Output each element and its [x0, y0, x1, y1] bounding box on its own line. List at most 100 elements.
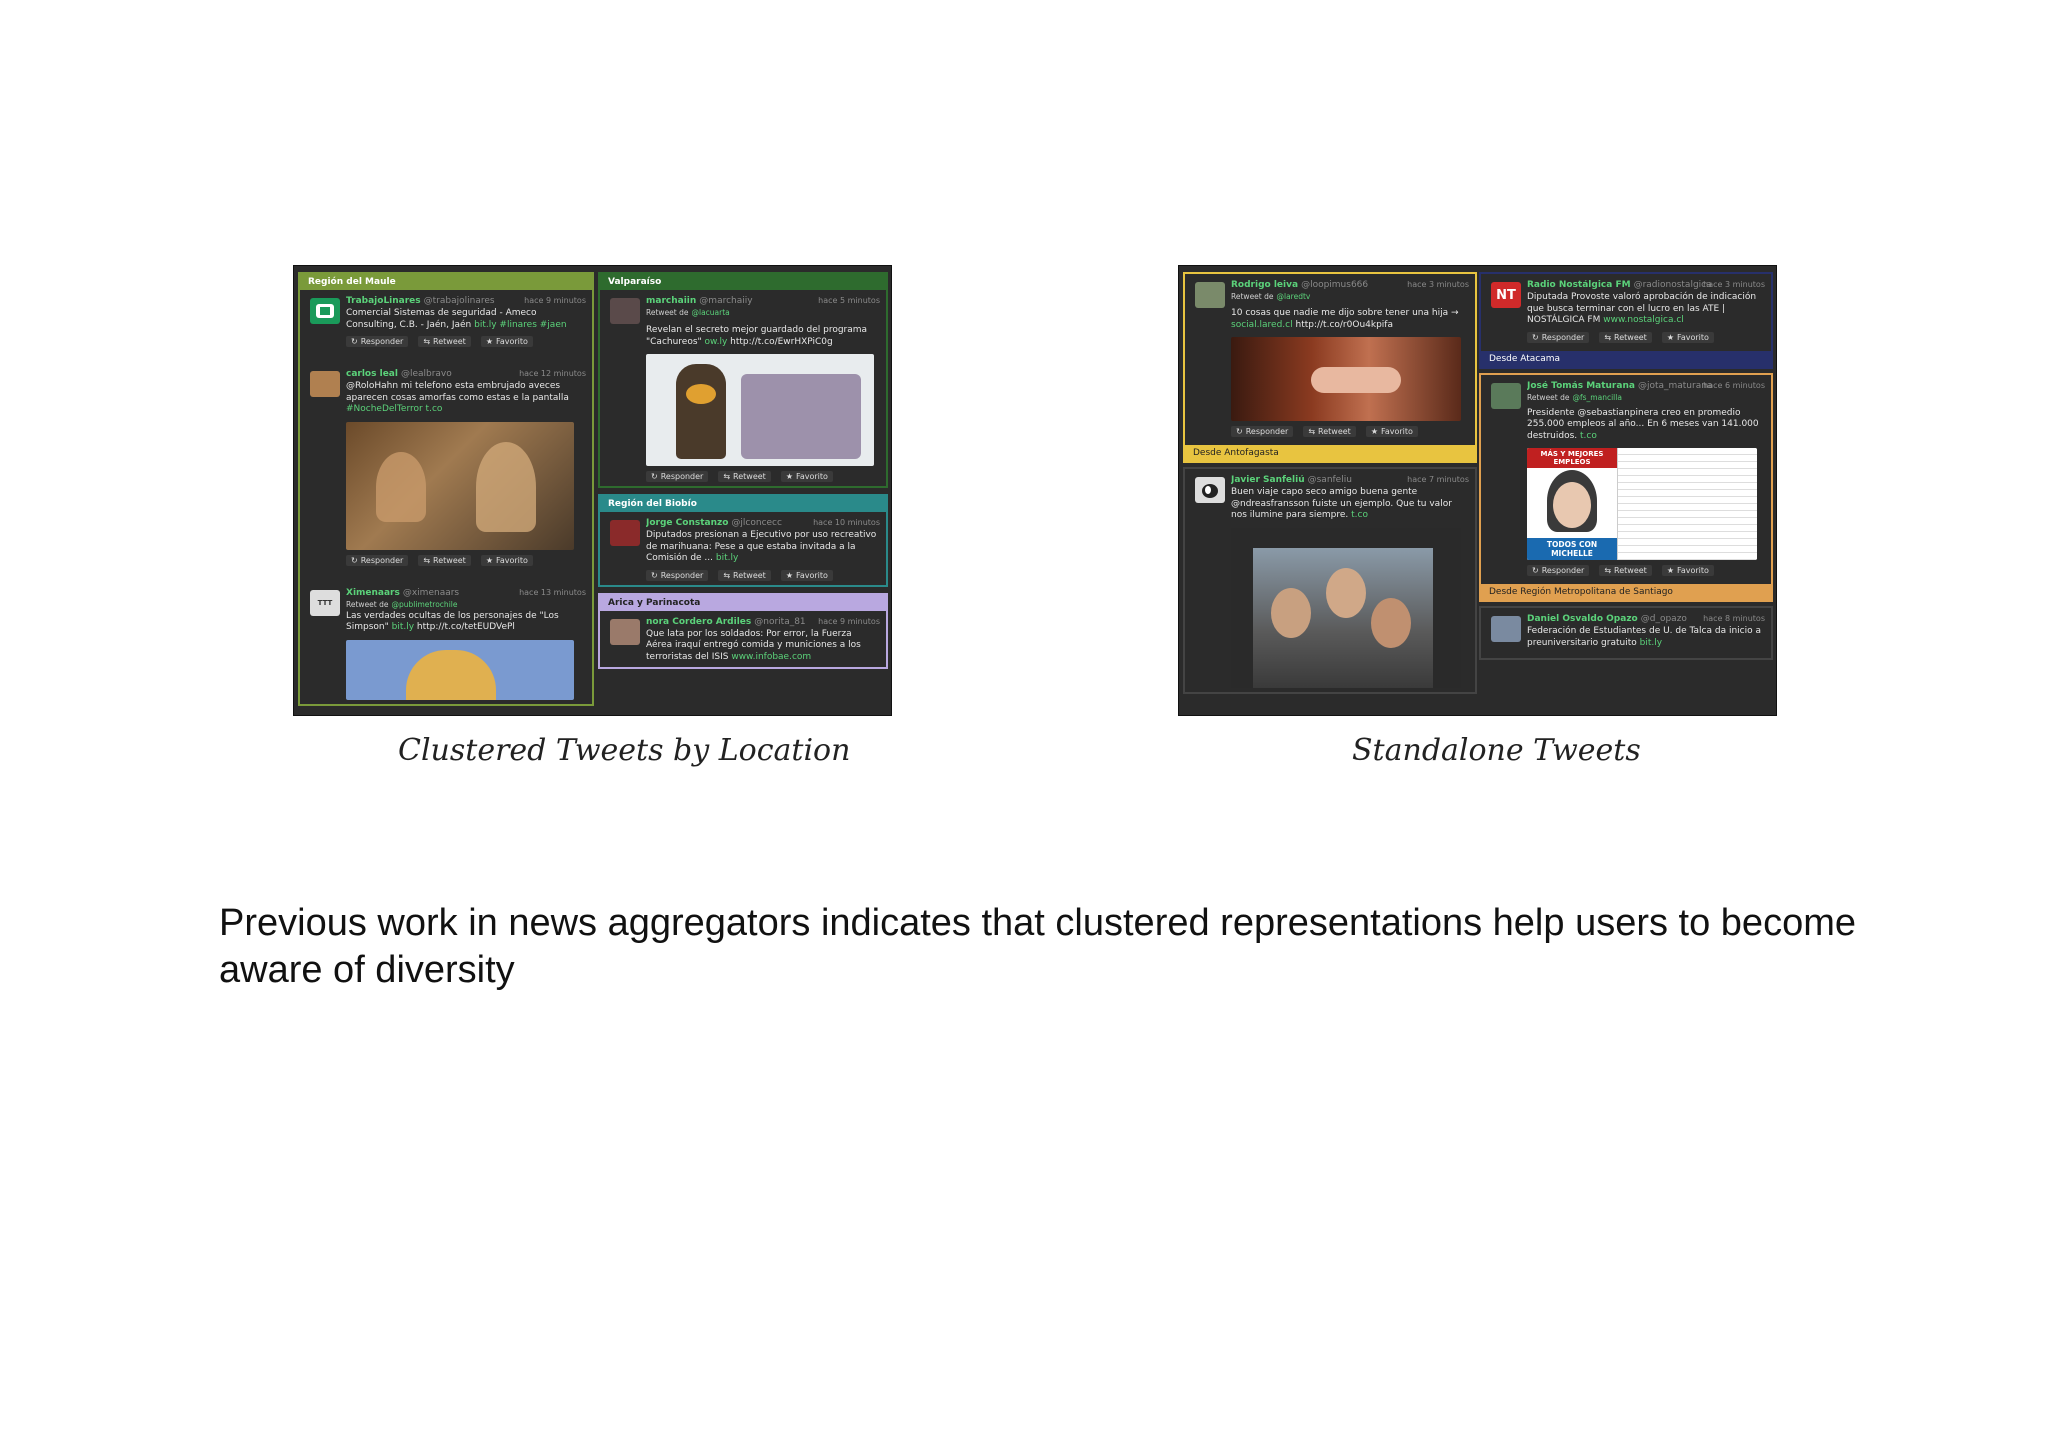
retweet-button[interactable]: ⇆ Retweet [418, 336, 471, 347]
tweet-author[interactable]: Javier Sanfeliú [1231, 475, 1305, 485]
tweet-time: hace 3 minutos [1703, 280, 1765, 289]
retweet-button[interactable]: ⇆ Retweet [718, 471, 771, 482]
star-icon: ★ [1666, 566, 1674, 575]
avatar: TTT [310, 589, 340, 616]
tweet-link[interactable]: #NocheDelTerror t.co [346, 404, 442, 414]
tweet-handle[interactable]: @norita_81 [754, 617, 805, 627]
tweet-handle[interactable]: @jota_maturana [1638, 381, 1713, 391]
location-footer: Desde Atacama [1481, 350, 1771, 367]
cluster-header: Arica y Parinacota [600, 594, 886, 611]
tweet-handle[interactable]: @ximenaars [403, 588, 459, 598]
retweet-button[interactable]: ⇆ Retweet [1599, 565, 1652, 576]
favorite-button[interactable]: ★ Favorito [1661, 331, 1714, 343]
tweet-link[interactable]: t.co [1580, 431, 1597, 441]
favorite-button[interactable]: ★ Favorito [1365, 426, 1418, 437]
tweet-author[interactable]: Ximenaars [346, 588, 400, 598]
tweet-handle[interactable]: @trabajolinares [424, 296, 495, 306]
star-icon: ★ [1666, 332, 1674, 342]
radio-nostalgica-logo: NT [1491, 282, 1521, 308]
poster-slogan: TODOS CON MICHELLE [1527, 538, 1617, 560]
favorite-button[interactable]: ★ Favorito [1661, 565, 1714, 576]
tweet-author[interactable]: Rodrigo leiva [1231, 280, 1298, 290]
reply-button[interactable]: ↻ Responder [1527, 565, 1590, 576]
reply-button[interactable]: ↻ Responder [1231, 426, 1294, 437]
reply-icon: ↻ [351, 337, 358, 346]
tweet-text: Diputados presionan a Ejecutivo por uso … [646, 530, 877, 563]
tweet-author[interactable]: Daniel Osvaldo Opazo [1527, 614, 1638, 624]
favorite-button[interactable]: ★ Favorito [480, 336, 533, 347]
reply-icon: ↻ [1236, 427, 1243, 436]
tweet-handle[interactable]: @radionostalgica [1634, 280, 1712, 290]
retweet-icon: ⇆ [1308, 427, 1316, 436]
retweet-source[interactable]: @lacuarta [692, 308, 730, 317]
tweet-handle[interactable]: @d_opazo [1641, 614, 1687, 624]
retweet-source[interactable]: @laredtv [1277, 292, 1311, 301]
tweet-handle[interactable]: @lealbravo [401, 369, 452, 379]
tweet-link[interactable]: bit.ly #linares #jaen [474, 320, 566, 330]
tweet-link[interactable]: social.lared.cl [1231, 320, 1293, 330]
retweet-button[interactable]: ⇆ Retweet [718, 569, 771, 581]
reply-button[interactable]: ↻ Responder [346, 336, 409, 347]
tweet-author[interactable]: marchaiin [646, 296, 696, 306]
tweet-author[interactable]: TrabajoLinares [346, 296, 421, 306]
favorite-button[interactable]: ★ Favorito [480, 554, 533, 566]
tweet-link[interactable]: bit.ly [716, 553, 738, 563]
tweet-photo[interactable] [346, 639, 574, 700]
tweet-url[interactable]: http://t.co/EwrHXPiC0g [730, 337, 833, 347]
tweet-photo[interactable] [1231, 527, 1461, 688]
tweet-author[interactable]: carlos leal [346, 369, 398, 379]
tweet-link[interactable]: bit.ly [1640, 638, 1662, 648]
tweet-author[interactable]: nora Cordero Ardiles [646, 617, 751, 627]
cluster-header: Región del Biobío [600, 496, 886, 512]
tweet-handle[interactable]: @marchaiiy [699, 296, 752, 306]
tweet: nora Cordero Ardiles @norita_81 hace 9 min… [600, 611, 886, 668]
retweet-button[interactable]: ⇆ Retweet [418, 554, 471, 566]
star-icon: ★ [485, 337, 493, 346]
reply-button[interactable]: ↻ Responder [646, 471, 709, 482]
tweet-handle[interactable]: @sanfeliu [1308, 475, 1352, 485]
tweet-text: 10 cosas que nadie me dijo sobre tener u… [1231, 308, 1459, 318]
star-icon: ★ [485, 555, 493, 565]
cluster-arica: Arica y Parinacota nora Cordero Ardiles @… [598, 592, 888, 669]
tweet-link[interactable]: t.co [1351, 510, 1368, 520]
retweet-button[interactable]: ⇆ Retweet [1303, 426, 1356, 437]
reply-button[interactable]: ↻ Responder [1527, 331, 1590, 343]
tweet-photo[interactable] [646, 354, 874, 466]
tweet-photo[interactable]: MÁS Y MEJORES EMPLEOS TODOS CON MICHELLE [1527, 448, 1757, 560]
tweet-author[interactable]: Jorge Constanzo [646, 518, 728, 528]
tweet-link[interactable]: bit.ly [392, 622, 414, 632]
tweet: TrabajoLinares @trabajolinares hace 9 minu… [300, 290, 592, 351]
tweet-url[interactable]: http://t.co/tetEUDVePl [417, 622, 515, 632]
tweet-time: hace 13 minutos [519, 587, 586, 597]
tweet-url[interactable]: http://t.co/r0Ou4kpifa [1295, 320, 1393, 330]
tweet-author[interactable]: Radio Nostálgica FM [1527, 280, 1631, 290]
avatar [310, 371, 340, 397]
retweet-source[interactable]: @fs_mancilla [1573, 393, 1622, 402]
tweet-link[interactable]: www.nostalgica.cl [1603, 315, 1684, 325]
tweet-time: hace 5 minutos [818, 296, 880, 305]
tweet-handle[interactable]: @loopimus666 [1301, 280, 1368, 290]
tweet-photo[interactable] [346, 421, 574, 550]
retweet-source[interactable]: @publimetrochile [392, 600, 458, 609]
reply-button[interactable]: ↻ Responder [346, 554, 409, 566]
tweet-photo[interactable] [1231, 337, 1461, 421]
tweet-time: hace 6 minutos [1703, 380, 1765, 390]
retweet-label: Retweet de [346, 599, 389, 609]
caption-standalone: Standalone Tweets [1352, 733, 1641, 768]
tweet-link[interactable]: ow.ly [705, 337, 728, 347]
favorite-button[interactable]: ★ Favorito [780, 471, 833, 482]
tweet: Rodrigo leiva @loopimus666 hace 3 minutos … [1185, 274, 1475, 441]
favorite-button[interactable]: ★ Favorito [780, 569, 833, 581]
retweet-button[interactable]: ⇆ Retweet [1599, 331, 1652, 343]
standalone-tweet-card: NT Radio Nostálgica FM @radionostalgica ha… [1479, 272, 1773, 369]
avatar [1491, 616, 1521, 642]
tweet-author[interactable]: José Tomás Maturana [1527, 381, 1635, 391]
tweet: marchaiin @marchaiiy hace 5 minutos Retwee… [600, 290, 886, 486]
tweet-text: Presidente @sebastianpinera creo en prom… [1527, 407, 1759, 441]
retweet-icon: ⇆ [1604, 332, 1612, 342]
tweet-handle[interactable]: @jlconcecc [731, 518, 782, 528]
reply-button[interactable]: ↻ Responder [646, 569, 709, 581]
tweet: José Tomás Maturana @jota_maturana hace 6 … [1481, 375, 1771, 581]
tweet-link[interactable]: www.infobae.com [731, 652, 811, 662]
tweet: carlos leal @lealbravo hace 12 minutos @Ro… [300, 363, 592, 570]
